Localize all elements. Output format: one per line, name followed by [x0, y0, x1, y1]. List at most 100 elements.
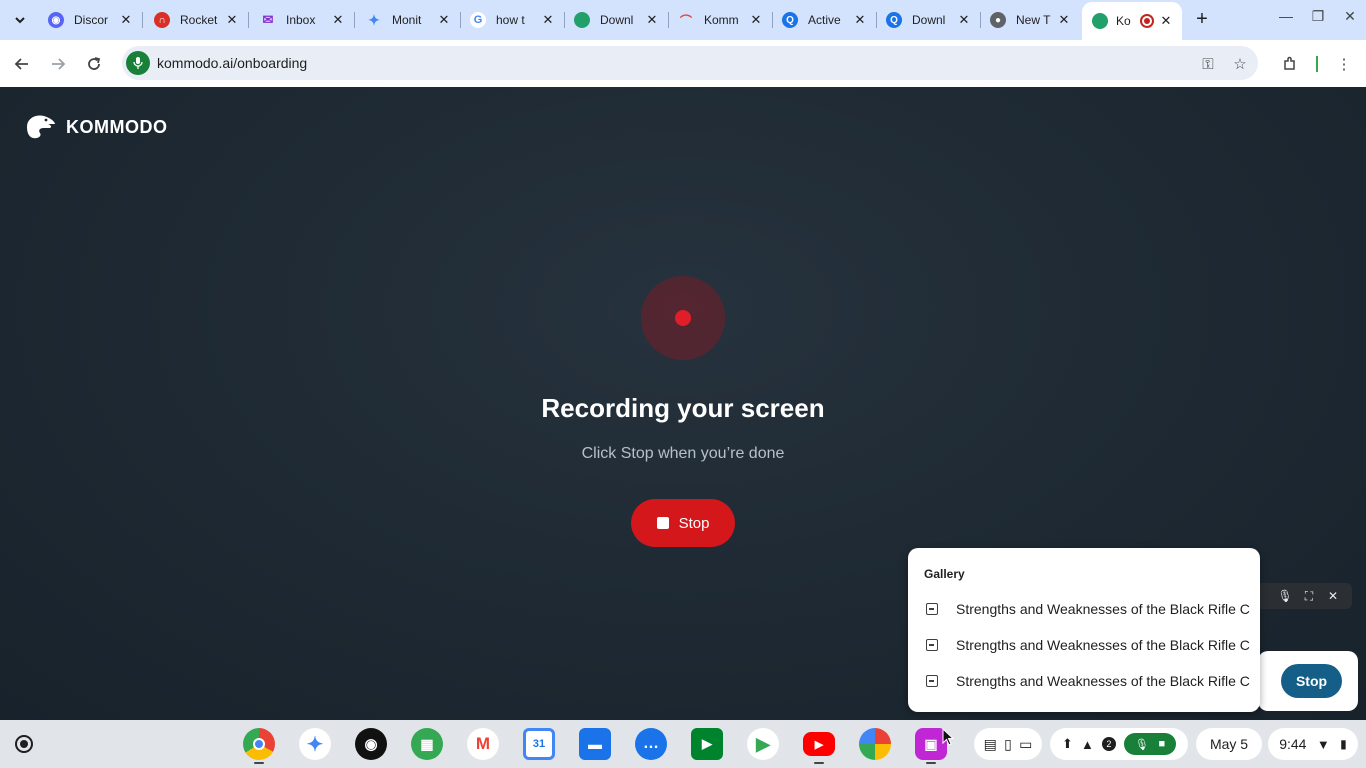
recording-dot [675, 310, 691, 326]
tab-download-1[interactable]: Downl ✕ [564, 0, 668, 40]
running-indicator [254, 762, 264, 764]
mic-camera-indicator: 🎙 ■ [1123, 733, 1176, 755]
tab-divider [354, 12, 355, 28]
extensions-icon[interactable] [1278, 52, 1302, 76]
files-app-icon[interactable]: ▬ [579, 728, 611, 760]
close-icon[interactable]: ✕ [748, 12, 764, 28]
tab-search-button[interactable] [6, 6, 34, 34]
close-icon[interactable]: ✕ [644, 12, 660, 28]
recording-pulse-icon [641, 276, 725, 360]
tab-google-search[interactable]: G how t ✕ [460, 0, 564, 40]
notification-count: 2 [1101, 737, 1116, 751]
close-icon[interactable]: ✕ [118, 12, 134, 28]
fullscreen-icon[interactable]: ⛶ [1300, 587, 1318, 605]
tab-kommodo-recording[interactable]: Ko ✕ [1082, 2, 1182, 40]
gemini-app-icon[interactable]: ✦ [299, 728, 331, 760]
kommodo-icon [574, 12, 590, 28]
gallery-item[interactable]: Strengths and Weaknesses of the Black Ri… [908, 627, 1260, 663]
stop-icon [656, 517, 669, 529]
close-icon[interactable]: ✕ [224, 12, 240, 28]
gallery-item-label: Strengths and Weaknesses of the Black Ri… [956, 637, 1250, 653]
tab-kommodo[interactable]: ⌒ Komm ✕ [668, 0, 772, 40]
podcasts-app-icon[interactable]: ◉ [355, 728, 387, 760]
brand-logo[interactable]: KOMMODO [24, 113, 168, 141]
close-overlay-icon[interactable]: ✕ [1324, 587, 1342, 605]
photos-app-icon[interactable] [859, 728, 891, 760]
gallery-title: Gallery [924, 567, 965, 581]
tab-rocket[interactable]: ∩ Rocket ✕ [144, 0, 248, 40]
battery-icon: ▮ [1340, 737, 1347, 751]
close-icon[interactable]: ✕ [1158, 13, 1174, 29]
clipboard-icon: ▤ [983, 735, 997, 752]
play-store-app-icon[interactable]: ▶ [747, 728, 779, 760]
warning-icon: ▲ [1080, 736, 1094, 752]
tab-download-2[interactable]: Q Downl ✕ [876, 0, 980, 40]
chat-app-icon[interactable]: … [635, 728, 667, 760]
gallery-item-label: Strengths and Weaknesses of the Black Ri… [956, 601, 1250, 617]
tray-holding-space[interactable]: ▤ ▯ ▭ [974, 728, 1042, 760]
tab-monit[interactable]: ✦ Monit ✕ [356, 0, 460, 40]
launcher-icon[interactable] [12, 732, 36, 756]
maximize-icon[interactable]: ❐ [1306, 8, 1330, 25]
stop-recording-button[interactable]: Stop [631, 499, 735, 547]
tab-inbox[interactable]: ✉ Inbox ✕ [250, 0, 354, 40]
arrow-left-icon [14, 58, 28, 70]
calendar-day: 31 [532, 738, 546, 750]
tab-title: Active [808, 13, 841, 27]
new-tab-button[interactable]: + [1190, 8, 1214, 32]
chrome-icon: ● [990, 12, 1006, 28]
camera-icon: ■ [1158, 738, 1166, 750]
tab-title: Rocket [180, 13, 218, 27]
back-button[interactable] [8, 50, 36, 78]
gallery-item[interactable]: Strengths and Weaknesses of the Black Ri… [908, 591, 1260, 627]
gallery-item[interactable]: Strengths and Weaknesses of the Black Ri… [908, 663, 1260, 699]
star-icon[interactable]: ☆ [1230, 54, 1250, 74]
tab-title: Komm [704, 13, 739, 27]
close-icon[interactable]: ✕ [1056, 12, 1072, 28]
gallery-popup: Gallery Strengths and Weaknesses of the … [908, 548, 1260, 712]
window-close-icon[interactable]: ✕ [1338, 8, 1362, 25]
q-icon: Q [782, 12, 798, 28]
key-icon[interactable]: ⚿ [1198, 54, 1218, 74]
google-icon: G [470, 12, 486, 28]
floating-stop-button[interactable]: Stop [1281, 664, 1342, 698]
tablet-icon: ▭ [1019, 735, 1033, 752]
tab-title: Monit [392, 13, 422, 27]
minimize-icon[interactable]: — [1274, 8, 1298, 24]
browser-toolbar: kommodo.ai/onboarding ⚿ ☆ ⋮ [0, 40, 1366, 87]
gmail-app-icon[interactable]: M [467, 728, 499, 760]
calendar-app-icon[interactable]: 31 [523, 728, 555, 760]
stop-label: Stop [678, 514, 710, 532]
rocket-icon: ∩ [154, 12, 170, 28]
tab-new-tab[interactable]: ● New T ✕ [980, 0, 1080, 40]
microphone-icon: 🎙 [1134, 738, 1149, 751]
mouse-cursor-icon [942, 728, 955, 746]
arrow-right-icon [52, 58, 66, 70]
menu-icon[interactable]: ⋮ [1332, 52, 1356, 76]
close-icon[interactable]: ✕ [956, 12, 972, 28]
quick-settings-tray[interactable]: 9:44 ▼ ▮ [1268, 728, 1358, 760]
date-tray[interactable]: May 5 [1196, 728, 1262, 760]
tab-title: Inbox [286, 13, 316, 27]
mic-icon[interactable] [126, 51, 150, 75]
rainbow-icon: ⌒ [679, 13, 692, 28]
recording-controls-bar: 🎙 ⛶ ✕ [1250, 583, 1352, 609]
close-icon[interactable]: ✕ [540, 12, 556, 28]
workspace-app-icon[interactable]: ▦ [411, 728, 443, 760]
forward-button[interactable] [44, 50, 72, 78]
close-icon[interactable]: ✕ [436, 12, 452, 28]
reload-button[interactable] [80, 50, 108, 78]
close-icon[interactable]: ✕ [852, 12, 868, 28]
meet-app-icon[interactable]: ▶ [691, 728, 723, 760]
chrome-app-icon[interactable] [243, 728, 275, 760]
tray-status[interactable]: ⬆ ▲ 2 🎙 ■ [1050, 728, 1188, 760]
close-icon[interactable]: ✕ [330, 12, 346, 28]
tab-title: Downl [912, 13, 946, 27]
microphone-icon[interactable]: 🎙 [1276, 587, 1294, 605]
tab-divider [142, 12, 143, 28]
youtube-app-icon[interactable]: ▶ [803, 732, 835, 756]
address-bar[interactable]: kommodo.ai/onboarding ⚿ ☆ [122, 46, 1258, 80]
tab-discord[interactable]: ◉ Discor ✕ [38, 0, 142, 40]
tab-title: Downl [600, 13, 634, 27]
tab-active[interactable]: Q Active ✕ [772, 0, 876, 40]
